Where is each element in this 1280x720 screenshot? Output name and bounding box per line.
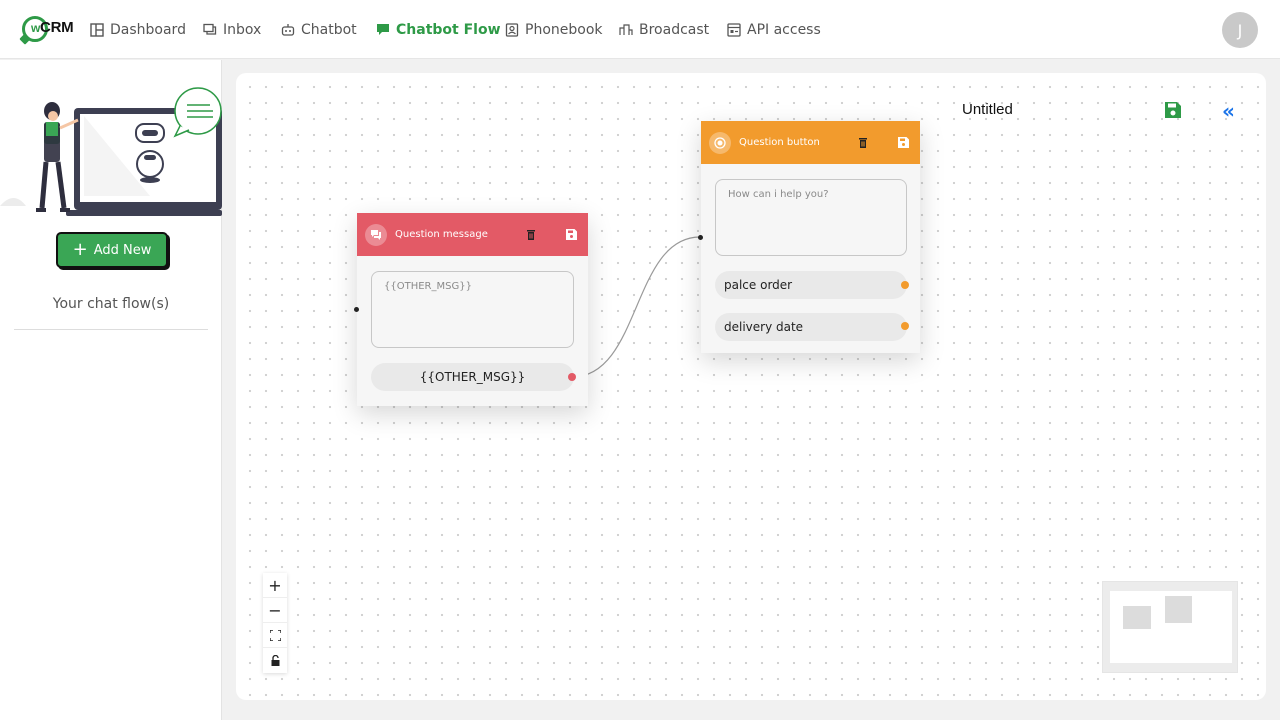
nav-label: Inbox [223,22,262,38]
option-pill[interactable]: delivery date [715,313,907,341]
chatbot-illustration [0,87,222,216]
fit-view-button[interactable] [263,623,287,648]
delete-icon[interactable] [524,228,538,242]
zoom-out-button[interactable]: − [263,598,287,623]
nav-api-access[interactable]: API access [727,19,821,41]
flow-icon [377,24,389,35]
minimap-node [1123,606,1151,629]
dashboard-icon [90,23,104,37]
node-title: Question message [395,229,488,240]
nav-broadcast[interactable]: Broadcast [619,19,709,41]
node-header: Question message [357,213,588,256]
nav-phonebook[interactable]: Phonebook [505,19,603,41]
inbox-icon [203,23,217,35]
node-title: Question button [739,137,820,148]
nav-label: Chatbot [301,22,357,38]
lock-button[interactable] [263,648,287,673]
plus-icon: + [72,239,88,260]
nav-chatbot-flow[interactable]: Chatbot Flow [376,19,501,41]
save-icon[interactable] [896,136,910,150]
phonebook-icon [505,23,519,37]
sidebar-divider [14,329,208,330]
nav-dashboard[interactable]: Dashboard [90,19,186,41]
minimap-node [1165,596,1192,623]
output-handle[interactable] [568,373,576,381]
save-icon[interactable] [564,228,578,242]
message-icon [365,223,387,246]
fit-view-icon [269,629,281,641]
flow-canvas[interactable]: Untitled « Question message {{OTHER_MSG}… [236,73,1266,700]
message-textarea[interactable]: {{OTHER_MSG}} [371,271,574,348]
add-new-label: Add New [93,242,152,258]
nav-inbox[interactable]: Inbox [203,19,261,41]
node-header: Question button [701,121,920,164]
logo[interactable]: wCRM [22,16,74,42]
nav-chatbot[interactable]: Chatbot [281,19,357,41]
zoom-in-button[interactable]: + [263,573,287,598]
chat-flows-heading: Your chat flow(s) [52,296,170,312]
nav-label: Dashboard [110,22,186,38]
add-new-button[interactable]: + Add New [56,232,168,268]
minimap[interactable] [1102,581,1238,673]
radio-icon [709,131,731,154]
sidebar: + Add New Your chat flow(s) [0,60,222,720]
nav-label: API access [747,22,821,38]
input-handle[interactable] [698,235,703,240]
output-handle[interactable] [901,281,909,289]
api-icon [727,23,741,37]
input-handle[interactable] [354,307,359,312]
output-handle[interactable] [901,322,909,330]
question-message-node[interactable]: Question message {{OTHER_MSG}} {{OTHER_M… [354,213,588,406]
user-avatar[interactable]: J [1222,12,1258,48]
delete-icon[interactable] [856,136,870,150]
logo-text: wCRM [31,19,74,36]
option-label: delivery date [724,320,804,334]
option-label: {{OTHER_MSG}} [419,370,526,384]
question-textarea[interactable]: How can i help you? [715,179,907,256]
option-pill[interactable]: palce order [715,271,907,299]
canvas-controls: + − [263,573,287,673]
nav-label: Broadcast [639,22,710,38]
question-button-node[interactable]: Question button How can i help you? palc… [698,121,920,353]
nav-label: Chatbot Flow [396,22,501,38]
option-label: palce order [724,278,793,292]
option-pill[interactable]: {{OTHER_MSG}} [371,363,574,391]
top-navbar: wCRM Dashboard Inbox Chatbot Chatbot Flo… [0,0,1280,59]
broadcast-icon [619,24,633,35]
nav-label: Phonebook [525,22,603,38]
lock-icon [271,655,279,666]
chatbot-icon [281,24,295,36]
